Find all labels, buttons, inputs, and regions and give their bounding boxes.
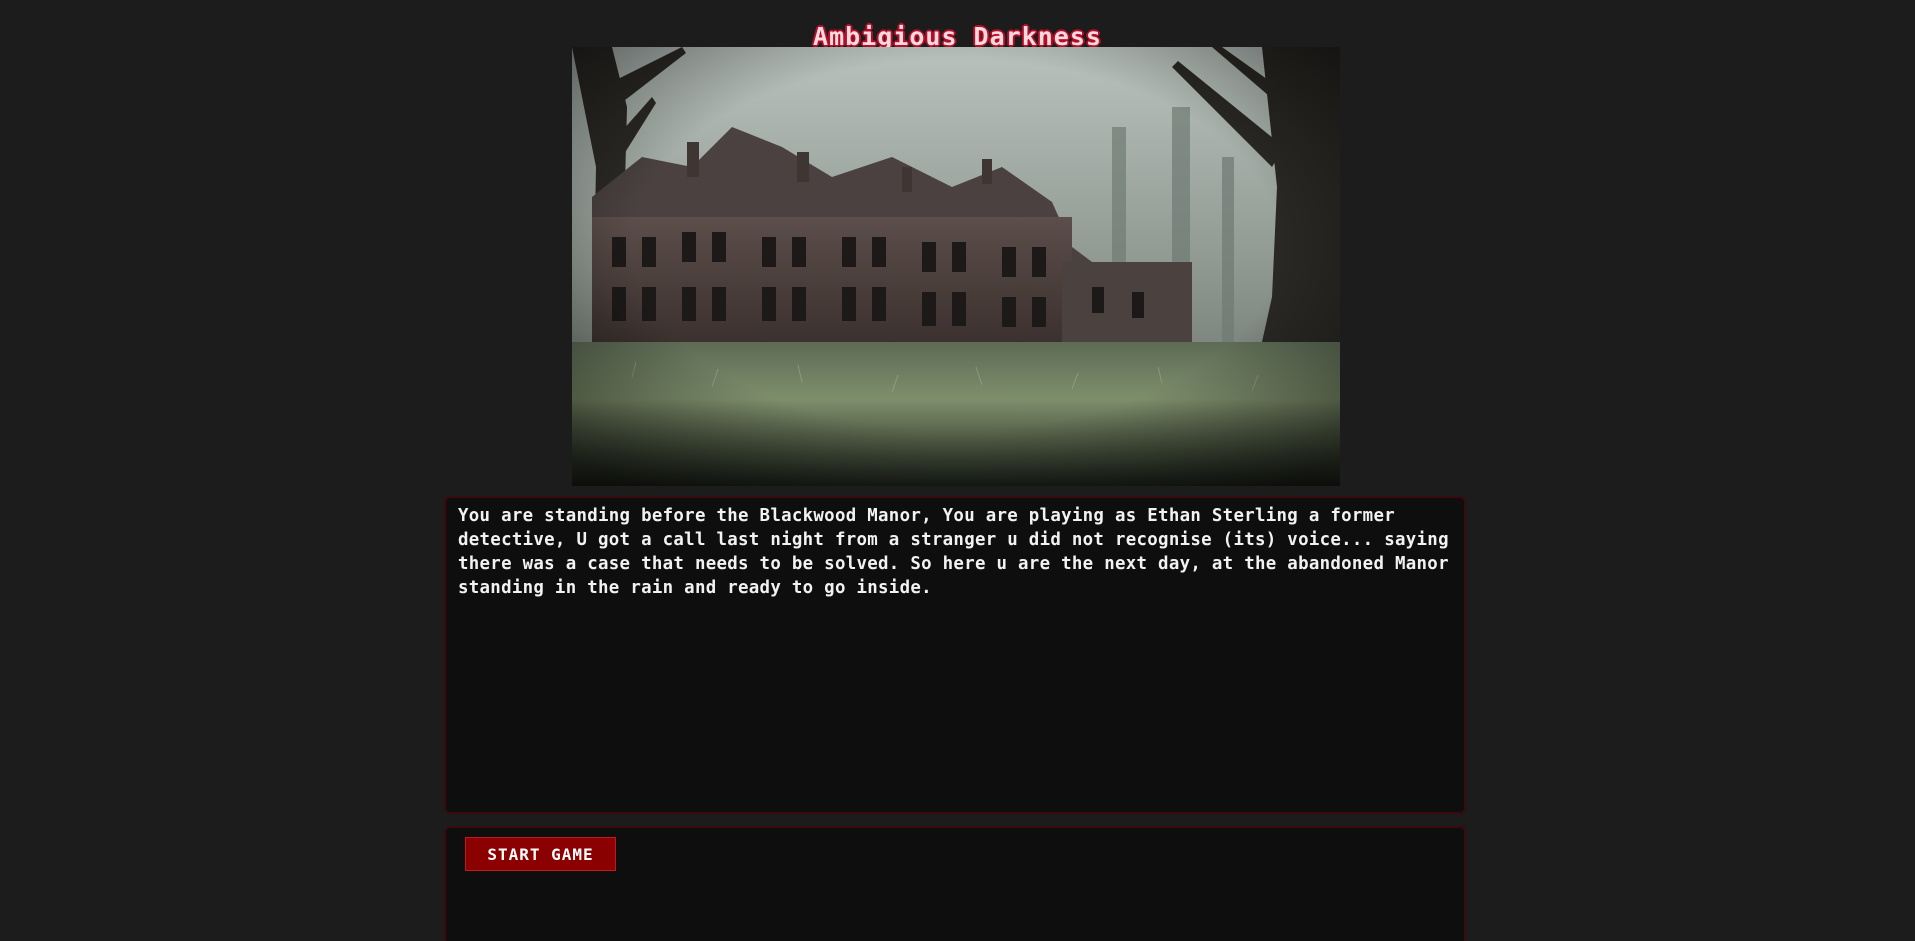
game-screen: Ambigious Darkness You are standing befo… [0,0,1915,941]
story-panel: You are standing before the Blackwood Ma… [444,496,1466,814]
start-game-button[interactable]: START GAME [465,837,616,871]
controls-panel: START GAME [444,826,1466,941]
story-text: You are standing before the Blackwood Ma… [458,506,1449,598]
scene-image [572,47,1340,486]
